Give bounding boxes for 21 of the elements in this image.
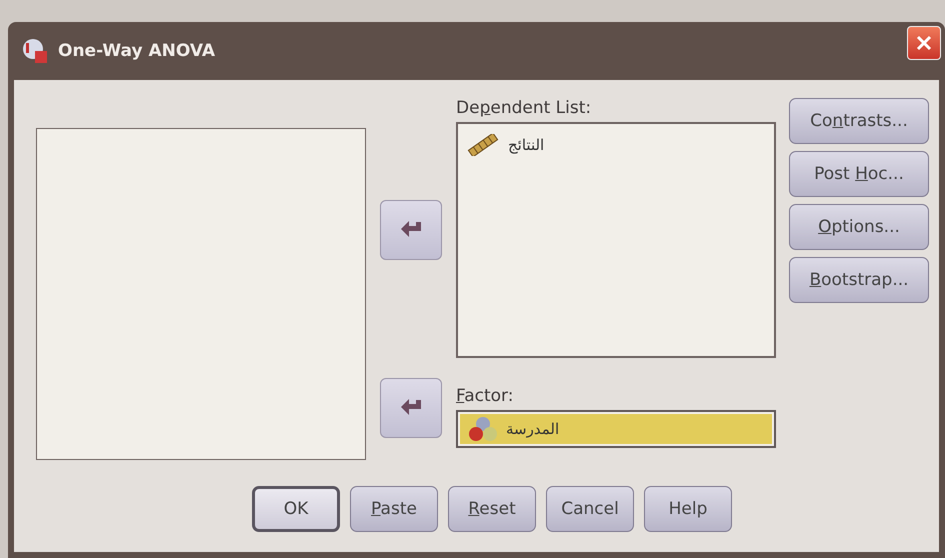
dialog-button[interactable]: Options... xyxy=(789,204,929,250)
dialog-button[interactable]: Help xyxy=(644,486,732,532)
dependent-list-label: Dependent List: xyxy=(456,98,592,120)
app-icon xyxy=(22,38,48,64)
dialog-button[interactable]: Bootstrap... xyxy=(789,257,929,303)
factor-label: Factor: xyxy=(456,386,514,408)
dialog-button[interactable]: OK xyxy=(252,486,340,532)
dialog-button[interactable]: Cancel xyxy=(546,486,634,532)
move-arrow-button[interactable] xyxy=(380,378,442,438)
close-icon xyxy=(914,33,934,53)
variable-name: النتائج xyxy=(508,136,544,154)
factor-field[interactable]: المدرسة xyxy=(456,410,776,448)
move-arrow-button[interactable] xyxy=(380,200,442,260)
close-button[interactable] xyxy=(907,26,941,60)
dialog-button[interactable]: Contrasts... xyxy=(789,98,929,144)
dependent-list[interactable]: النتائج xyxy=(456,122,776,358)
dialog-button[interactable]: Post Hoc... xyxy=(789,151,929,197)
dialog-button[interactable]: Reset xyxy=(448,486,536,532)
dialog-button[interactable]: Paste xyxy=(350,486,438,532)
balls-icon xyxy=(468,415,498,443)
window-title: One-Way ANOVA xyxy=(58,41,216,61)
